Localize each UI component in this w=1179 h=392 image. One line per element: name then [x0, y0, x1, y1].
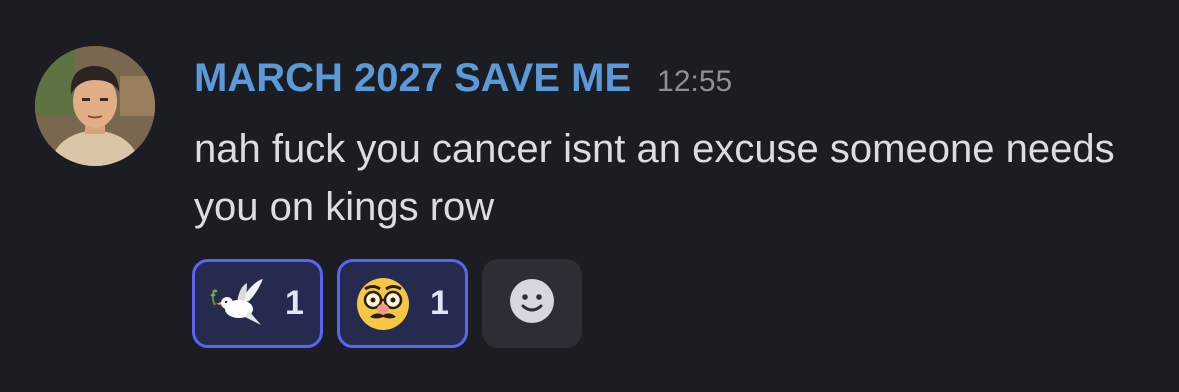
avatar[interactable]: [35, 46, 155, 166]
message-header: MARCH 2027 SAVE ME 12:55: [194, 56, 732, 106]
reaction-count: 1: [430, 284, 449, 322]
message-content: nah fuck you cancer isnt an excuse someo…: [194, 127, 1115, 229]
chat-message: MARCH 2027 SAVE ME 12:55 nah fuck you ca…: [0, 0, 1179, 392]
username[interactable]: MARCH 2027 SAVE ME: [194, 56, 631, 101]
disguised-face-icon: [354, 275, 412, 333]
smiley-face-icon: [508, 277, 556, 330]
add-reaction-button[interactable]: [482, 259, 582, 348]
reaction-count: 1: [285, 284, 304, 322]
reactions-bar: 1 1: [192, 259, 582, 348]
reaction-disguised-face[interactable]: 1: [337, 259, 468, 348]
reaction-dove[interactable]: 1: [192, 259, 323, 348]
timestamp: 12:55: [657, 65, 733, 98]
dove-icon: [209, 275, 267, 333]
